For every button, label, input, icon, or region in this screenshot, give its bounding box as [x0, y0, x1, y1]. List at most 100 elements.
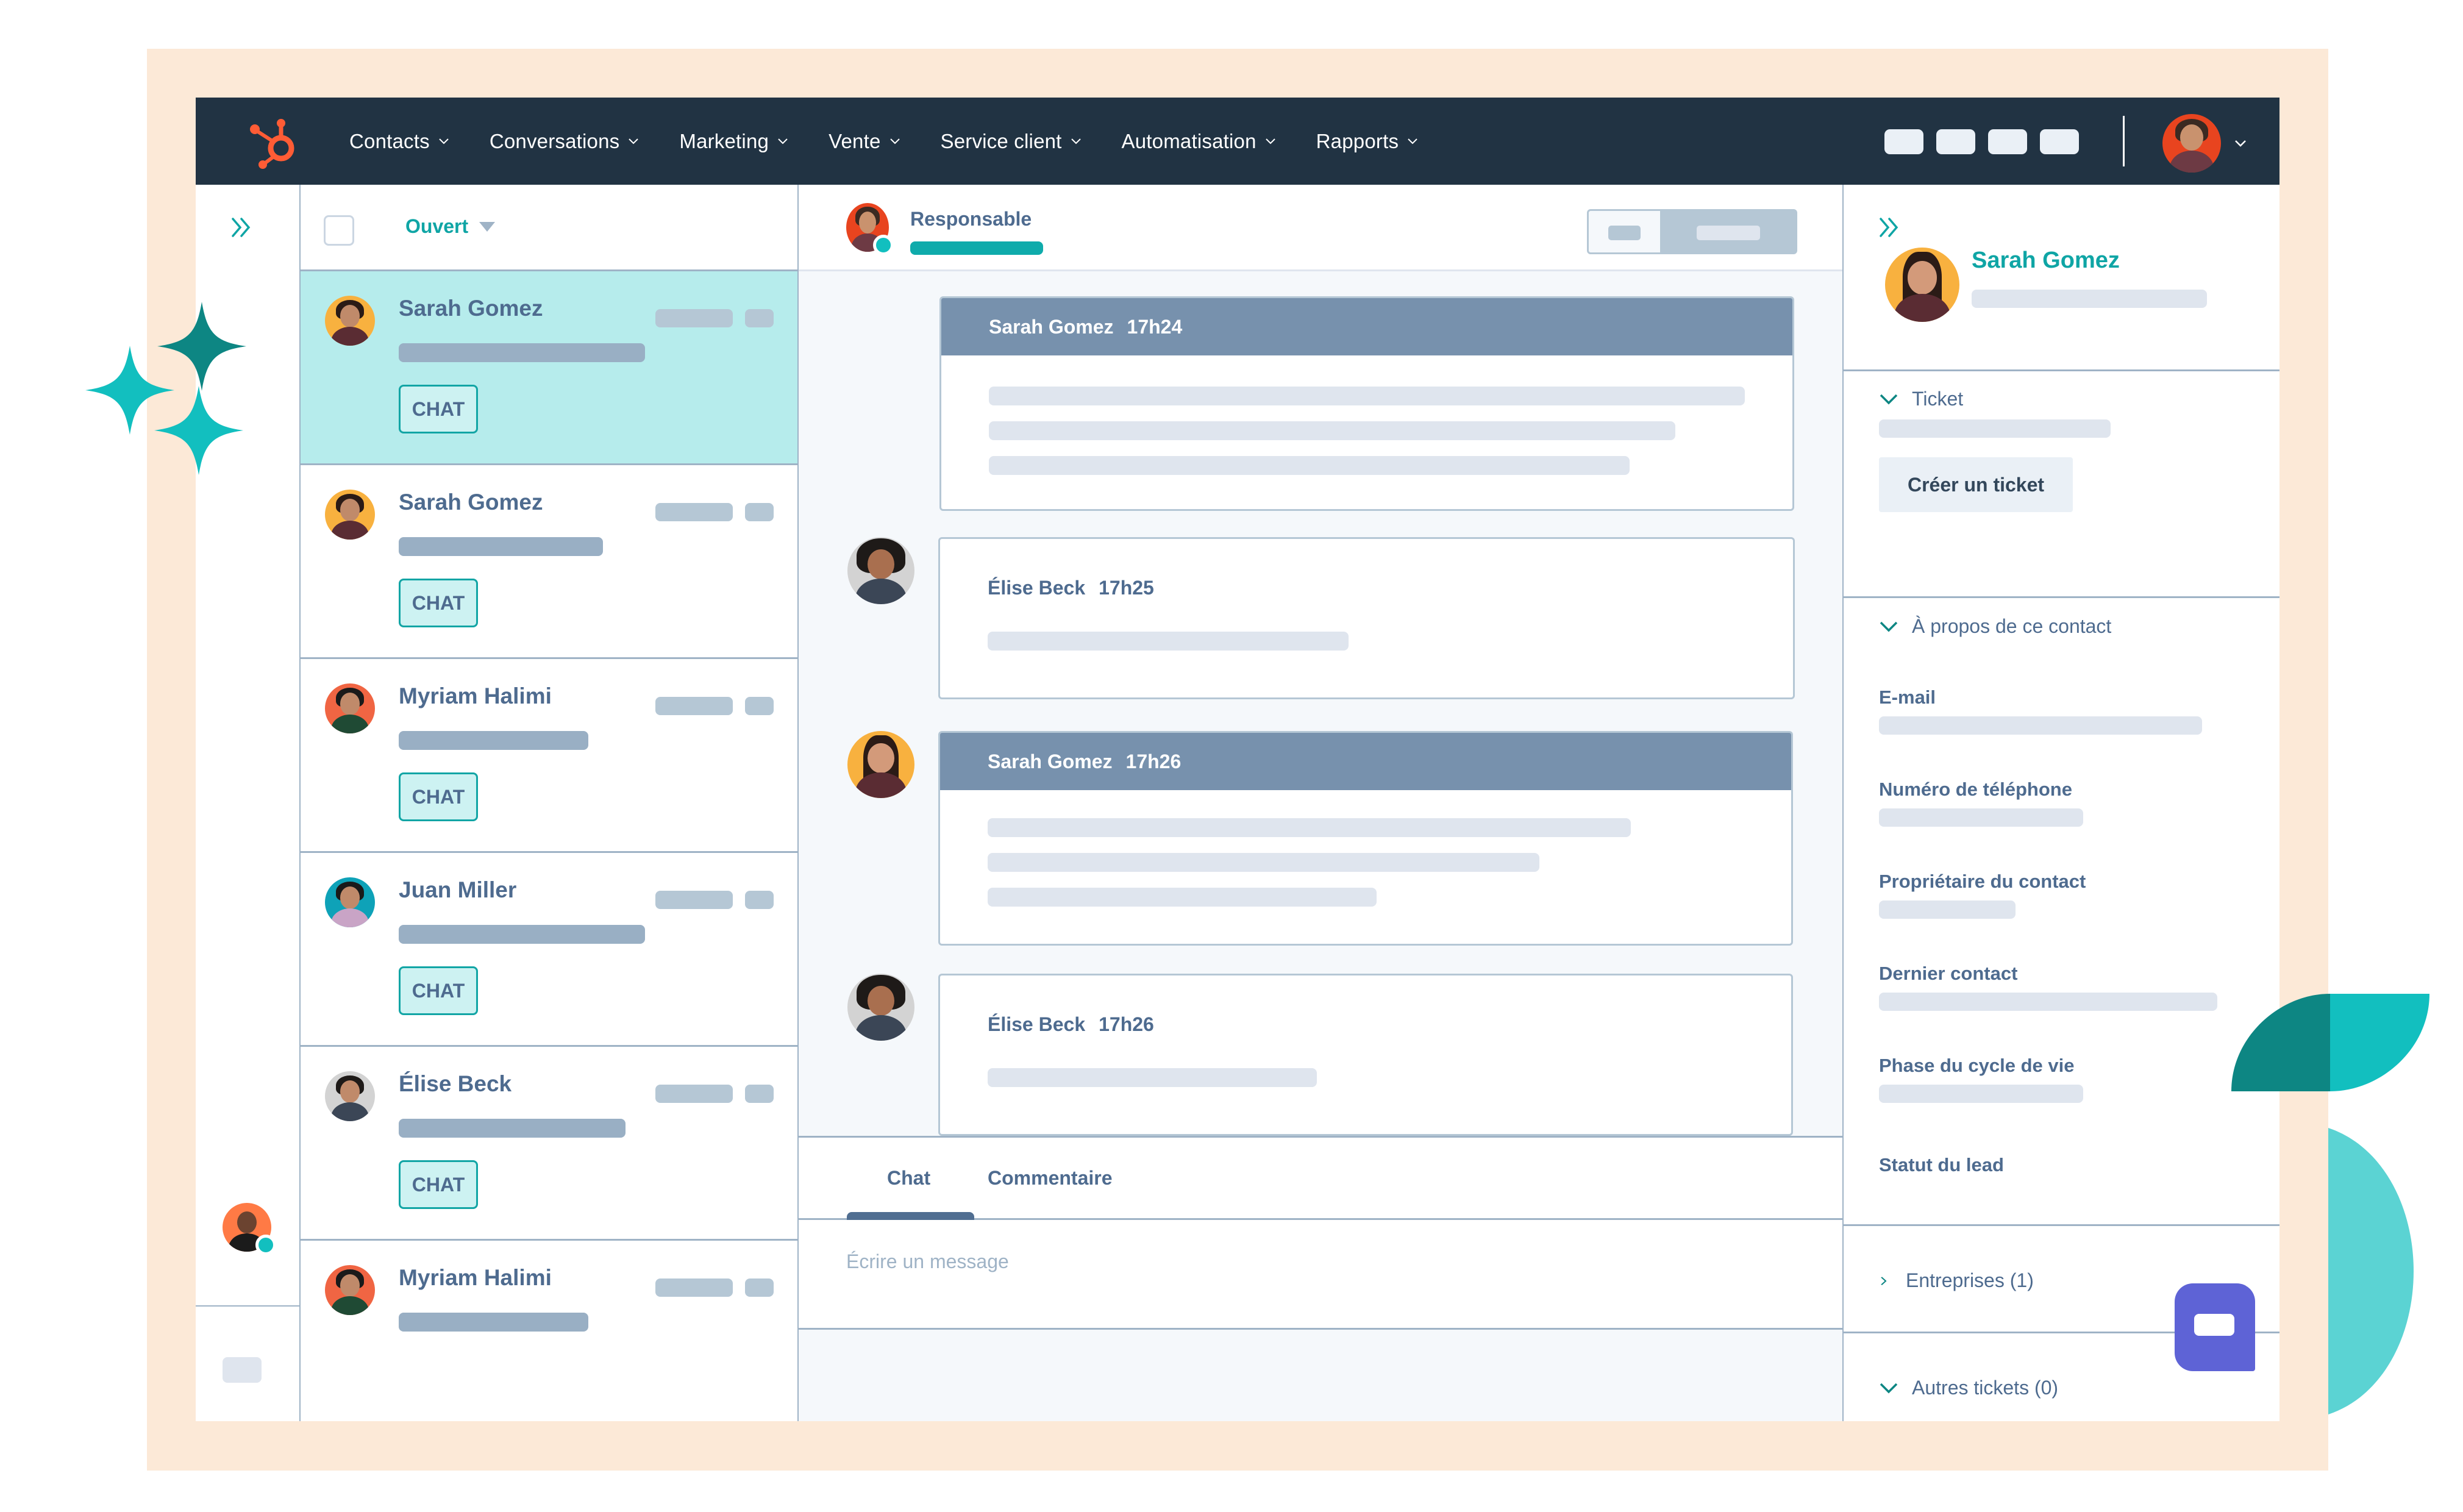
section-title-label: Autres tickets (0): [1912, 1377, 2059, 1399]
nav-menu: Contacts Conversations Marketing Vente S…: [349, 98, 1458, 185]
badge-placeholder: [745, 503, 774, 521]
top-nav: Contacts Conversations Marketing Vente S…: [196, 98, 2279, 185]
view-toggle: [1587, 209, 1797, 254]
avatar-face: [340, 498, 360, 521]
nav-item-conversations[interactable]: Conversations: [490, 130, 640, 153]
nav-item-vente[interactable]: Vente: [829, 130, 900, 153]
nav-item-automatisation[interactable]: Automatisation: [1122, 130, 1276, 153]
channel-tag: CHAT: [399, 385, 478, 433]
conversation-list-item[interactable]: Élise Beck CHAT: [301, 1047, 797, 1241]
avatar-face: [340, 692, 360, 715]
message-card: Élise Beck 17h25: [938, 537, 1795, 699]
message-header: Élise Beck 17h26: [988, 1013, 1154, 1036]
conversation-list-item[interactable]: Myriam Halimi: [301, 1241, 797, 1421]
chevron-down-icon: [1880, 621, 1898, 632]
section-title-label: Ticket: [1912, 388, 1964, 410]
field-value-lifecycle[interactable]: [1879, 1085, 2083, 1103]
list-header: Ouvert: [301, 185, 797, 271]
timestamp-placeholder: [655, 891, 733, 909]
nav-tool-button[interactable]: [2040, 129, 2079, 154]
message-avatar-elise[interactable]: [847, 974, 914, 1041]
avatar-body: [330, 1296, 369, 1315]
nav-tool-button[interactable]: [1988, 129, 2027, 154]
nav-item-rapports[interactable]: Rapports: [1316, 130, 1419, 153]
avatar-face: [340, 1080, 360, 1103]
section-ticket-toggle[interactable]: Ticket: [1879, 388, 1963, 410]
nav-item-label: Vente: [829, 129, 881, 152]
section-title-label: Entreprises (1): [1906, 1269, 2034, 1291]
avatar-body: [855, 579, 907, 604]
nav-item-label: Conversations: [489, 129, 620, 152]
field-value-last-contact[interactable]: [1879, 993, 2217, 1011]
create-ticket-button[interactable]: Créer un ticket: [1879, 457, 2073, 512]
double-chevron-right-icon[interactable]: [1877, 215, 1902, 240]
section-divider: [1844, 369, 2279, 371]
field-label-lead-status: Statut du lead: [1879, 1154, 2004, 1175]
avatar-body: [2169, 150, 2214, 173]
nav-item-service-client[interactable]: Service client: [941, 130, 1082, 153]
field-value-owner[interactable]: [1879, 900, 2016, 919]
conversation-list-item[interactable]: Juan Miller CHAT: [301, 853, 797, 1047]
message-author: Élise Beck: [988, 1013, 1086, 1035]
view-toggle-option-compact[interactable]: [1589, 211, 1660, 252]
timestamp-placeholder: [655, 1085, 733, 1103]
chevron-down-icon: [1265, 138, 1275, 144]
sparkle-teal-icon: [154, 386, 243, 475]
hubspot-logo-icon[interactable]: [248, 115, 302, 169]
nav-tool-button[interactable]: [1884, 129, 1923, 154]
nav-tool-button[interactable]: [1936, 129, 1975, 154]
message-text-placeholder: [989, 387, 1745, 405]
rail-divider: [196, 1305, 299, 1307]
status-filter-dropdown[interactable]: Ouvert: [405, 215, 496, 238]
conversation-header: Responsable: [799, 185, 1842, 271]
message-avatar-elise[interactable]: [847, 537, 914, 604]
section-divider: [1844, 596, 2279, 598]
owner-name-placeholder[interactable]: [910, 241, 1043, 255]
contact-avatar[interactable]: [1885, 248, 1959, 322]
chevron-down-icon: [1880, 1383, 1898, 1393]
avatar-face: [340, 886, 360, 909]
contact-avatar: [325, 683, 375, 733]
field-value-email[interactable]: [1879, 716, 2202, 735]
contact-name[interactable]: Sarah Gomez: [1972, 248, 2120, 274]
section-other-tickets-toggle[interactable]: Autres tickets (0): [1879, 1377, 2058, 1399]
conversation-list-item[interactable]: Myriam Halimi CHAT: [301, 659, 797, 853]
tab-commentaire[interactable]: Commentaire: [988, 1167, 1113, 1189]
message-input[interactable]: [846, 1250, 1761, 1273]
double-chevron-right-icon[interactable]: [229, 215, 254, 240]
conversation-list-item[interactable]: Sarah Gomez CHAT: [301, 271, 797, 465]
field-label-phone: Numéro de téléphone: [1879, 779, 2072, 800]
message-preview-placeholder: [399, 1313, 588, 1332]
chevron-down-icon: [778, 138, 788, 144]
avatar-face: [340, 304, 360, 327]
select-all-checkbox[interactable]: [324, 215, 354, 246]
user-avatar[interactable]: [2162, 114, 2221, 173]
message-author: Sarah Gomez: [988, 750, 1113, 772]
nav-item-marketing[interactable]: Marketing: [679, 130, 788, 153]
composer-tabs: Chat Commentaire: [799, 1136, 1842, 1224]
section-about-toggle[interactable]: À propos de ce contact: [1879, 615, 2111, 638]
owner-avatar[interactable]: [846, 203, 894, 255]
message-text-placeholder: [988, 853, 1539, 872]
field-value-phone[interactable]: [1879, 808, 2083, 827]
rail-settings-button[interactable]: [223, 1357, 262, 1383]
message-avatar-sarah[interactable]: [847, 731, 914, 798]
tab-chat[interactable]: Chat: [887, 1167, 930, 1189]
conversation-list-item[interactable]: Sarah Gomez CHAT: [301, 465, 797, 659]
message-time: 17h24: [1127, 315, 1183, 338]
badge-placeholder: [745, 309, 774, 327]
chevron-down-icon[interactable]: [2234, 139, 2247, 148]
view-toggle-option-wide[interactable]: [1660, 211, 1795, 252]
badge-placeholder: [745, 1085, 774, 1103]
nav-item-contacts[interactable]: Contacts: [349, 130, 449, 153]
chat-widget-button[interactable]: [2175, 1283, 2255, 1371]
contact-avatar: [325, 877, 375, 927]
message-time: 17h25: [1099, 577, 1154, 599]
online-status-dot: [873, 235, 894, 255]
section-companies-toggle[interactable]: Entreprises (1): [1879, 1269, 2034, 1292]
avatar-face: [2180, 124, 2204, 151]
chevron-down-icon: [889, 138, 900, 144]
chevron-down-icon: [629, 138, 639, 144]
agent-avatar[interactable]: [223, 1203, 276, 1255]
chevron-down-icon: [1880, 394, 1898, 404]
